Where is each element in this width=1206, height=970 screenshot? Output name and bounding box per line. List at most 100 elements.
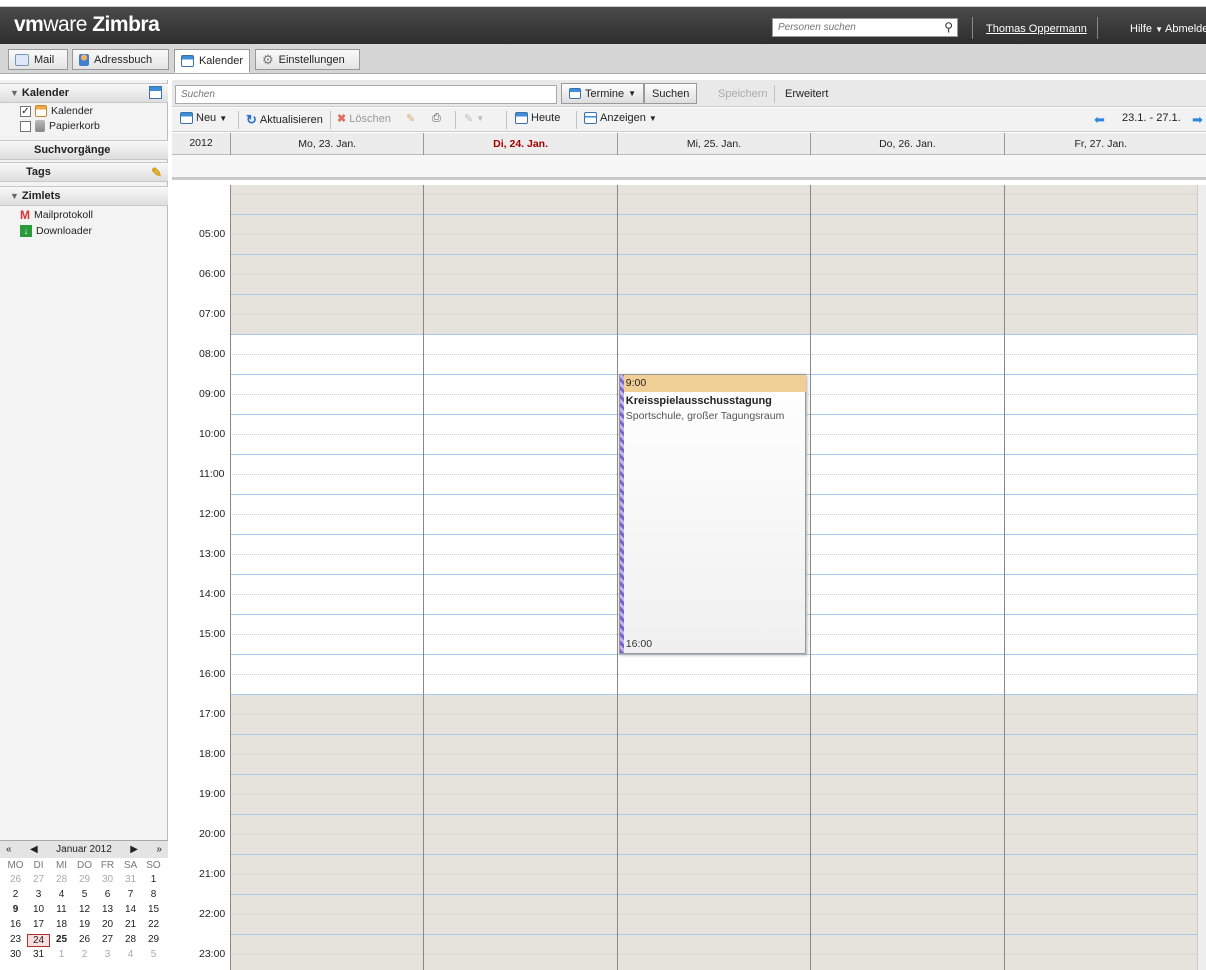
mini-calendar-day[interactable]: 3 xyxy=(27,889,50,900)
delete-button[interactable]: ✖ Löschen xyxy=(337,112,391,126)
prev-month-icon[interactable]: ◀ xyxy=(30,844,38,855)
prev-year-icon[interactable]: « xyxy=(6,844,12,855)
mini-calendar-day[interactable]: 31 xyxy=(27,949,50,960)
mini-calendar-day[interactable]: 27 xyxy=(27,874,50,885)
calendar-item-papierkorb[interactable]: Papierkorb xyxy=(20,120,100,132)
mini-calendar-day[interactable]: 20 xyxy=(96,919,119,930)
advanced-search-link[interactable]: Erweitert xyxy=(785,88,828,100)
next-month-icon[interactable]: ▶ xyxy=(130,844,138,855)
zimlet-mailprotokoll[interactable]: M Mailprotokoll xyxy=(20,208,93,222)
tags-section-header[interactable]: Tags ✎ xyxy=(0,162,168,182)
trash-checkbox[interactable] xyxy=(20,120,31,132)
mini-calendar-day[interactable]: 23 xyxy=(4,934,27,947)
tag-dropdown[interactable]: ✎ ▼ xyxy=(464,112,484,125)
day-header[interactable]: Do, 26. Jan. xyxy=(810,133,1003,155)
mini-calendar-day[interactable]: 31 xyxy=(119,874,142,885)
appointment-card[interactable]: 9:00 Kreisspielausschusstagung Sportschu… xyxy=(618,374,807,654)
mini-calendar-day[interactable]: 5 xyxy=(73,889,96,900)
next-week-arrow-icon[interactable]: ➡ xyxy=(1192,112,1203,128)
day-header[interactable]: Mo, 23. Jan. xyxy=(230,133,423,155)
mini-calendar-day[interactable]: 8 xyxy=(142,889,165,900)
mini-calendar-day[interactable]: 5 xyxy=(142,949,165,960)
day-column[interactable] xyxy=(423,185,616,970)
gmail-icon: M xyxy=(20,208,30,222)
view-dropdown[interactable]: Anzeigen ▼ xyxy=(584,112,657,124)
mini-calendar-day[interactable]: 14 xyxy=(119,904,142,915)
mini-calendar-day[interactable]: 12 xyxy=(73,904,96,915)
mini-calendar-day[interactable]: 16 xyxy=(4,919,27,930)
mini-calendar-day[interactable]: 3 xyxy=(96,949,119,960)
mini-calendar-day[interactable]: 15 xyxy=(142,904,165,915)
move-icon[interactable]: ✎ xyxy=(406,112,415,125)
mini-calendar-day[interactable]: 22 xyxy=(142,919,165,930)
day-column[interactable] xyxy=(1003,185,1197,970)
save-search-button[interactable]: Speichern xyxy=(718,88,768,100)
mini-calendar-day[interactable]: 18 xyxy=(50,919,73,930)
collapse-triangle-icon[interactable]: ▼ xyxy=(10,88,19,98)
mini-calendar-day[interactable]: 19 xyxy=(73,919,96,930)
calendar-checkbox[interactable]: ✓ xyxy=(20,105,31,117)
mini-calendar-day[interactable]: 1 xyxy=(50,949,73,960)
calendar-section-header[interactable]: ▼ Kalender xyxy=(0,83,168,103)
mini-calendar-day[interactable]: 29 xyxy=(73,874,96,885)
mini-calendar-day[interactable]: 30 xyxy=(96,874,119,885)
user-name-link[interactable]: Thomas Oppermann xyxy=(986,23,1087,35)
tab-mail[interactable]: Mail xyxy=(8,49,68,70)
day-header[interactable]: Fr, 27. Jan. xyxy=(1003,133,1197,155)
tab-calendar[interactable]: Kalender xyxy=(174,49,250,73)
day-column[interactable] xyxy=(230,185,423,970)
search-input[interactable] xyxy=(175,85,557,104)
vertical-scrollbar[interactable] xyxy=(1197,185,1206,970)
day-column[interactable] xyxy=(810,185,1003,970)
refresh-button[interactable]: ↻ Aktualisieren xyxy=(246,112,323,128)
search-type-dropdown[interactable]: Termine ▼ xyxy=(561,83,645,104)
calendar-item-kalender[interactable]: ✓ Kalender xyxy=(20,105,93,117)
mini-calendar-day[interactable]: 27 xyxy=(96,934,119,947)
search-button[interactable]: Suchen xyxy=(644,83,698,104)
mini-calendar-day[interactable]: 10 xyxy=(27,904,50,915)
day-header[interactable]: Di, 24. Jan. xyxy=(423,133,616,155)
mini-calendar-day[interactable]: 29 xyxy=(142,934,165,947)
people-search-field[interactable]: ⚲ xyxy=(772,18,958,37)
mini-calendar-day[interactable]: 4 xyxy=(119,949,142,960)
prev-week-arrow-icon[interactable]: ⬅ xyxy=(1094,112,1105,128)
mini-calendar-day[interactable]: 9 xyxy=(4,904,27,915)
mini-calendar-day[interactable]: 26 xyxy=(73,934,96,947)
logout-link[interactable]: Abmelden xyxy=(1165,23,1206,35)
tab-addressbook[interactable]: Adressbuch xyxy=(72,49,169,70)
collapse-triangle-icon[interactable]: ▼ xyxy=(10,191,19,201)
print-icon[interactable]: ⎙ xyxy=(432,112,441,125)
mini-calendar-day[interactable]: 28 xyxy=(119,934,142,947)
today-button[interactable]: Heute xyxy=(515,112,560,124)
mini-calendar-day[interactable]: 26 xyxy=(4,874,27,885)
mini-calendar-day[interactable]: 25 xyxy=(50,934,73,947)
searches-section-header[interactable]: Suchvorgänge xyxy=(0,140,168,160)
next-year-icon[interactable]: » xyxy=(156,844,162,855)
mini-calendar-day[interactable]: 6 xyxy=(96,889,119,900)
time-grid[interactable]: 05:00 06:00 07:00 08:00 09:00 10:00 11:00 12:00… xyxy=(172,185,1206,970)
mini-calendar-day[interactable]: 11 xyxy=(50,904,73,915)
new-tag-icon[interactable]: ✎ xyxy=(151,164,162,182)
mini-calendar-week: 26 27 28 29 30 31 1 xyxy=(4,874,165,885)
zimlets-section-header[interactable]: ▼ Zimlets xyxy=(0,186,168,206)
mini-calendar-day[interactable]: 28 xyxy=(50,874,73,885)
search-icon[interactable]: ⚲ xyxy=(944,20,953,34)
mini-calendar-day[interactable]: 17 xyxy=(27,919,50,930)
tab-settings[interactable]: ⚙ Einstellungen xyxy=(255,49,360,70)
mini-calendar-day[interactable]: 1 xyxy=(142,874,165,885)
mini-calendar-day[interactable]: 21 xyxy=(119,919,142,930)
mini-calendar-day[interactable]: 4 xyxy=(50,889,73,900)
help-menu[interactable]: Hilfe ▼ xyxy=(1130,23,1163,35)
mini-calendar-day[interactable]: 30 xyxy=(4,949,27,960)
people-search-input[interactable] xyxy=(773,19,933,36)
mini-calendar-day[interactable]: 2 xyxy=(73,949,96,960)
new-button[interactable]: Neu ▼ xyxy=(180,112,227,124)
day-header[interactable]: Mi, 25. Jan. xyxy=(616,133,810,155)
mini-calendar-day[interactable]: 7 xyxy=(119,889,142,900)
mini-calendar-day[interactable]: 13 xyxy=(96,904,119,915)
all-day-row[interactable] xyxy=(172,155,1206,180)
zimlet-downloader[interactable]: ↓ Downloader xyxy=(20,225,92,237)
mini-calendar-day[interactable]: 24 xyxy=(27,934,50,947)
mini-calendar-day[interactable]: 2 xyxy=(4,889,27,900)
new-calendar-icon[interactable] xyxy=(149,86,162,99)
